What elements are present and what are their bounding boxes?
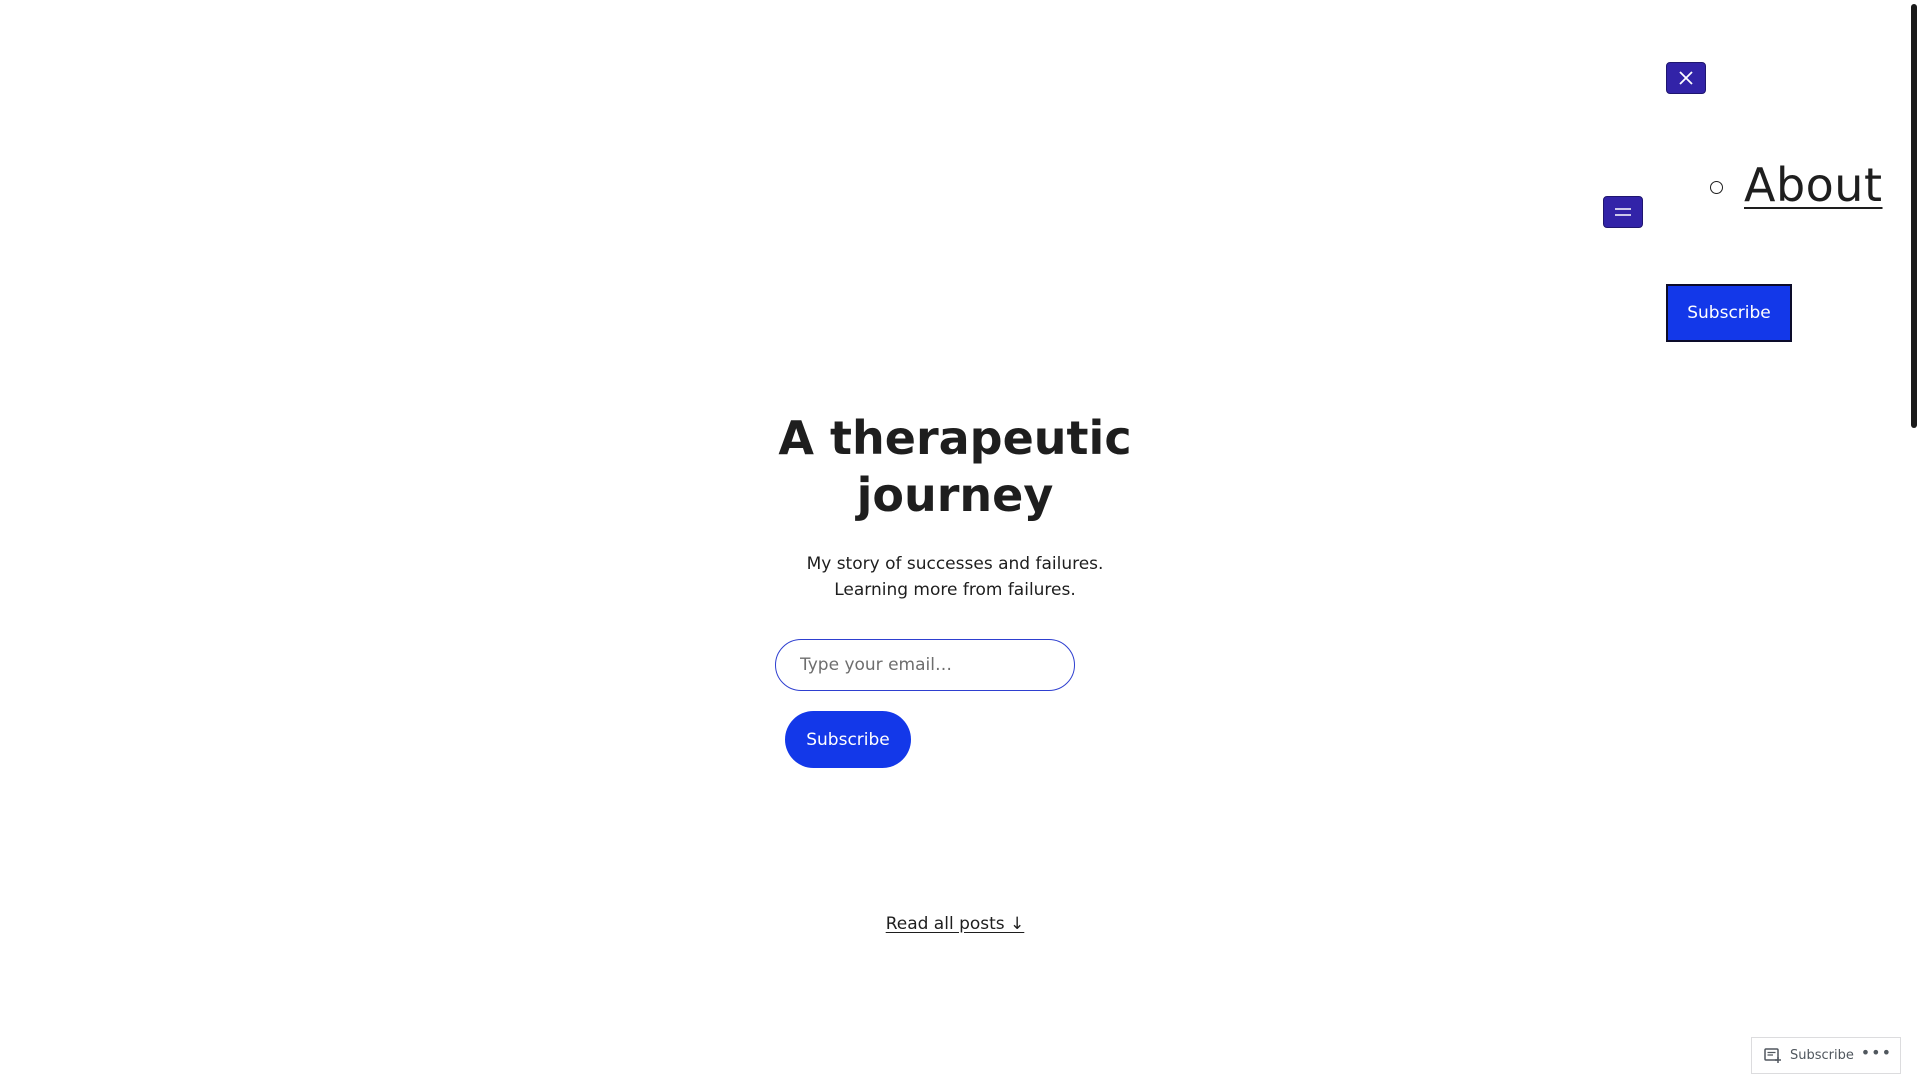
nav-item-about: About [1710,158,1883,212]
site-description: My story of successes and failures. Lear… [806,554,1104,600]
menu-icon [1615,208,1631,216]
subscribe-button[interactable]: Subscribe [785,711,911,768]
close-menu-button[interactable] [1666,62,1706,94]
page: About Subscribe A therapeutic journey My… [0,0,1920,1080]
list-bullet [1710,180,1723,194]
reader-subscribe-icon [1764,1047,1781,1063]
actionbar-subscribe-label: Subscribe [1790,1048,1854,1063]
close-icon [1679,71,1693,85]
actionbar-subscribe-button[interactable]: Subscribe [1764,1047,1854,1064]
site-title: A therapeutic journey [778,411,1132,522]
scrollbar[interactable] [1908,0,1920,1080]
email-input[interactable] [775,639,1075,691]
open-menu-button[interactable] [1603,196,1643,228]
scrollbar-thumb[interactable] [1911,4,1917,428]
nav-link-about[interactable]: About [1744,158,1883,212]
read-all-posts-link[interactable]: Read all posts ↓ [855,914,1055,934]
hero-section: A therapeutic journey My story of succes… [755,410,1155,603]
more-dots-icon[interactable]: ••• [1861,1044,1892,1067]
header-subscribe-button[interactable]: Subscribe [1666,284,1792,342]
floating-action-bar: Subscribe ••• [1751,1037,1901,1074]
